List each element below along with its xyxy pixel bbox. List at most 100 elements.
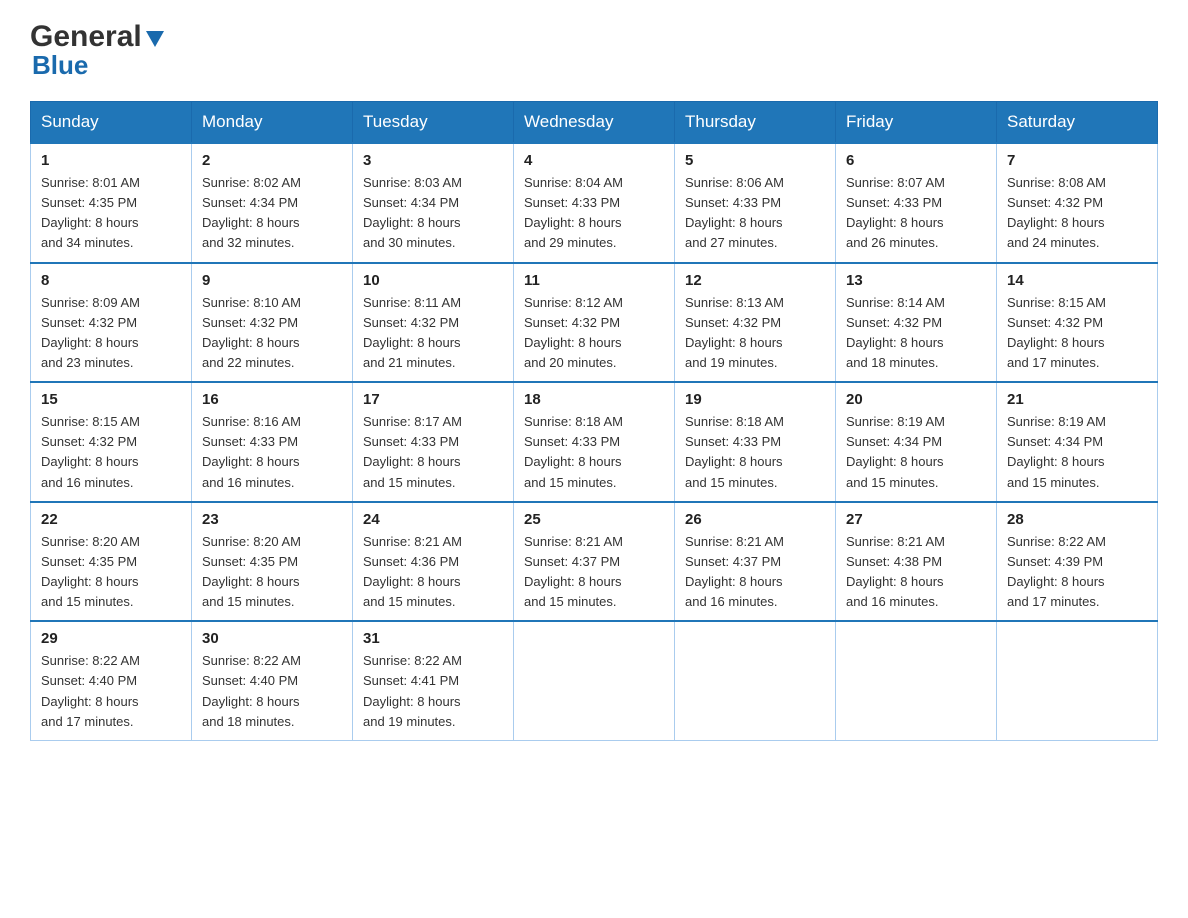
- day-cell: 25 Sunrise: 8:21 AMSunset: 4:37 PMDayligh…: [514, 502, 675, 622]
- day-number: 4: [524, 152, 664, 169]
- day-info: Sunrise: 8:08 AMSunset: 4:32 PMDaylight:…: [1007, 173, 1147, 254]
- day-cell: 18 Sunrise: 8:18 AMSunset: 4:33 PMDayligh…: [514, 382, 675, 502]
- logo-general-text: General: [30, 20, 142, 54]
- day-number: 30: [202, 630, 342, 647]
- day-number: 6: [846, 152, 986, 169]
- day-number: 14: [1007, 272, 1147, 289]
- day-cell: 16 Sunrise: 8:16 AMSunset: 4:33 PMDayligh…: [192, 382, 353, 502]
- logo-triangle-icon: [144, 27, 166, 49]
- day-number: 28: [1007, 511, 1147, 528]
- day-number: 13: [846, 272, 986, 289]
- weekday-header-saturday: Saturday: [997, 102, 1158, 144]
- calendar-table: SundayMondayTuesdayWednesdayThursdayFrid…: [30, 101, 1158, 741]
- day-cell: 13Sunrise: 8:14 AMSunset: 4:32 PMDayligh…: [836, 263, 997, 383]
- day-info: Sunrise: 8:22 AMSunset: 4:41 PMDaylight:…: [363, 651, 503, 732]
- day-cell: [514, 621, 675, 740]
- day-number: 7: [1007, 152, 1147, 169]
- day-cell: 31Sunrise: 8:22 AMSunset: 4:41 PMDayligh…: [353, 621, 514, 740]
- day-info: Sunrise: 8:13 AMSunset: 4:32 PMDaylight:…: [685, 293, 825, 374]
- day-cell: 5Sunrise: 8:06 AMSunset: 4:33 PMDaylight…: [675, 143, 836, 263]
- day-number: 25: [524, 511, 664, 528]
- day-cell: 30 Sunrise: 8:22 AMSunset: 4:40 PMDayligh…: [192, 621, 353, 740]
- day-number: 20: [846, 391, 986, 408]
- day-number: 23: [202, 511, 342, 528]
- day-info: Sunrise: 8:18 AMSunset: 4:33 PMDaylight:…: [524, 412, 664, 493]
- day-info: Sunrise: 8:17 AMSunset: 4:33 PMDaylight:…: [363, 412, 503, 493]
- day-info: Sunrise: 8:22 AMSunset: 4:40 PMDaylight:…: [202, 651, 342, 732]
- day-cell: 8 Sunrise: 8:09 AMSunset: 4:32 PMDaylight…: [31, 263, 192, 383]
- day-cell: 6 Sunrise: 8:07 AMSunset: 4:33 PMDaylight…: [836, 143, 997, 263]
- day-number: 9: [202, 272, 342, 289]
- day-cell: 29 Sunrise: 8:22 AMSunset: 4:40 PMDayligh…: [31, 621, 192, 740]
- day-number: 3: [363, 152, 503, 169]
- day-cell: 11 Sunrise: 8:12 AMSunset: 4:32 PMDayligh…: [514, 263, 675, 383]
- day-number: 26: [685, 511, 825, 528]
- day-number: 16: [202, 391, 342, 408]
- day-info: Sunrise: 8:21 AMSunset: 4:36 PMDaylight:…: [363, 532, 503, 613]
- day-number: 17: [363, 391, 503, 408]
- day-cell: 1Sunrise: 8:01 AMSunset: 4:35 PMDaylight…: [31, 143, 192, 263]
- day-number: 11: [524, 272, 664, 289]
- week-row-3: 15 Sunrise: 8:15 AMSunset: 4:32 PMDayligh…: [31, 382, 1158, 502]
- day-cell: 10 Sunrise: 8:11 AMSunset: 4:32 PMDayligh…: [353, 263, 514, 383]
- day-number: 10: [363, 272, 503, 289]
- day-info: Sunrise: 8:04 AMSunset: 4:33 PMDaylight:…: [524, 173, 664, 254]
- day-cell: 14Sunrise: 8:15 AMSunset: 4:32 PMDayligh…: [997, 263, 1158, 383]
- day-cell: 9 Sunrise: 8:10 AMSunset: 4:32 PMDaylight…: [192, 263, 353, 383]
- page-header: General Blue: [30, 20, 1158, 81]
- day-cell: 28 Sunrise: 8:22 AMSunset: 4:39 PMDayligh…: [997, 502, 1158, 622]
- week-row-1: 1Sunrise: 8:01 AMSunset: 4:35 PMDaylight…: [31, 143, 1158, 263]
- day-cell: 20 Sunrise: 8:19 AMSunset: 4:34 PMDayligh…: [836, 382, 997, 502]
- day-info: Sunrise: 8:10 AMSunset: 4:32 PMDaylight:…: [202, 293, 342, 374]
- day-cell: 26 Sunrise: 8:21 AMSunset: 4:37 PMDayligh…: [675, 502, 836, 622]
- day-info: Sunrise: 8:20 AMSunset: 4:35 PMDaylight:…: [202, 532, 342, 613]
- day-info: Sunrise: 8:09 AMSunset: 4:32 PMDaylight:…: [41, 293, 181, 374]
- day-info: Sunrise: 8:06 AMSunset: 4:33 PMDaylight:…: [685, 173, 825, 254]
- day-info: Sunrise: 8:07 AMSunset: 4:33 PMDaylight:…: [846, 173, 986, 254]
- day-number: 18: [524, 391, 664, 408]
- day-info: Sunrise: 8:22 AMSunset: 4:40 PMDaylight:…: [41, 651, 181, 732]
- day-info: Sunrise: 8:02 AMSunset: 4:34 PMDaylight:…: [202, 173, 342, 254]
- weekday-header-tuesday: Tuesday: [353, 102, 514, 144]
- day-number: 21: [1007, 391, 1147, 408]
- day-info: Sunrise: 8:22 AMSunset: 4:39 PMDaylight:…: [1007, 532, 1147, 613]
- day-number: 24: [363, 511, 503, 528]
- day-info: Sunrise: 8:12 AMSunset: 4:32 PMDaylight:…: [524, 293, 664, 374]
- day-info: Sunrise: 8:18 AMSunset: 4:33 PMDaylight:…: [685, 412, 825, 493]
- day-cell: [997, 621, 1158, 740]
- day-cell: 27Sunrise: 8:21 AMSunset: 4:38 PMDayligh…: [836, 502, 997, 622]
- day-info: Sunrise: 8:11 AMSunset: 4:32 PMDaylight:…: [363, 293, 503, 374]
- day-number: 12: [685, 272, 825, 289]
- day-info: Sunrise: 8:16 AMSunset: 4:33 PMDaylight:…: [202, 412, 342, 493]
- day-cell: 22 Sunrise: 8:20 AMSunset: 4:35 PMDayligh…: [31, 502, 192, 622]
- day-number: 22: [41, 511, 181, 528]
- day-info: Sunrise: 8:19 AMSunset: 4:34 PMDaylight:…: [846, 412, 986, 493]
- day-info: Sunrise: 8:15 AMSunset: 4:32 PMDaylight:…: [41, 412, 181, 493]
- weekday-header-thursday: Thursday: [675, 102, 836, 144]
- day-number: 29: [41, 630, 181, 647]
- day-info: Sunrise: 8:21 AMSunset: 4:37 PMDaylight:…: [524, 532, 664, 613]
- day-cell: 24 Sunrise: 8:21 AMSunset: 4:36 PMDayligh…: [353, 502, 514, 622]
- logo: General Blue: [30, 20, 166, 81]
- day-number: 27: [846, 511, 986, 528]
- day-cell: [675, 621, 836, 740]
- weekday-header-sunday: Sunday: [31, 102, 192, 144]
- weekday-header-wednesday: Wednesday: [514, 102, 675, 144]
- day-cell: 21Sunrise: 8:19 AMSunset: 4:34 PMDayligh…: [997, 382, 1158, 502]
- day-cell: 12 Sunrise: 8:13 AMSunset: 4:32 PMDayligh…: [675, 263, 836, 383]
- day-info: Sunrise: 8:03 AMSunset: 4:34 PMDaylight:…: [363, 173, 503, 254]
- day-cell: 4 Sunrise: 8:04 AMSunset: 4:33 PMDaylight…: [514, 143, 675, 263]
- week-row-4: 22 Sunrise: 8:20 AMSunset: 4:35 PMDayligh…: [31, 502, 1158, 622]
- weekday-header-friday: Friday: [836, 102, 997, 144]
- week-row-5: 29 Sunrise: 8:22 AMSunset: 4:40 PMDayligh…: [31, 621, 1158, 740]
- day-info: Sunrise: 8:20 AMSunset: 4:35 PMDaylight:…: [41, 532, 181, 613]
- day-number: 8: [41, 272, 181, 289]
- day-number: 1: [41, 152, 181, 169]
- day-cell: 19 Sunrise: 8:18 AMSunset: 4:33 PMDayligh…: [675, 382, 836, 502]
- weekday-header-row: SundayMondayTuesdayWednesdayThursdayFrid…: [31, 102, 1158, 144]
- day-number: 15: [41, 391, 181, 408]
- weekday-header-monday: Monday: [192, 102, 353, 144]
- day-info: Sunrise: 8:21 AMSunset: 4:37 PMDaylight:…: [685, 532, 825, 613]
- day-number: 19: [685, 391, 825, 408]
- day-cell: 15 Sunrise: 8:15 AMSunset: 4:32 PMDayligh…: [31, 382, 192, 502]
